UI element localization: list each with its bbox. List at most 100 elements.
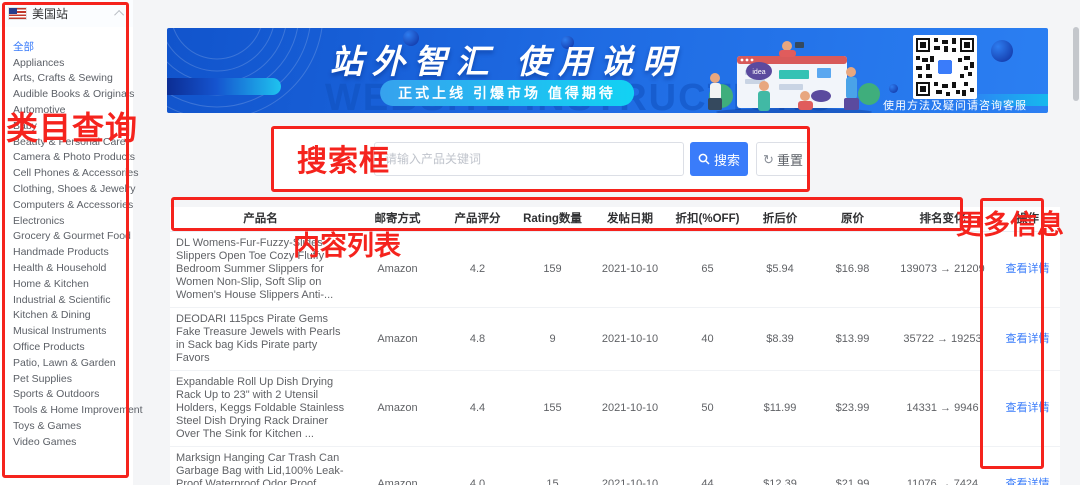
- column-header: 邮寄方式: [374, 212, 421, 225]
- column-header: 产品名: [243, 212, 278, 225]
- table-cell: Amazon: [377, 332, 418, 345]
- banner-subtitle: 正式上线 引爆市场 值得期待: [380, 80, 634, 106]
- sidebar-item[interactable]: Musical Instruments: [0, 323, 133, 339]
- table-cell: Amazon: [377, 263, 418, 275]
- sidebar-item[interactable]: Pet Supplies: [0, 371, 133, 387]
- sidebar-item[interactable]: Arts, Crafts & Sewing: [0, 71, 133, 87]
- sidebar-item[interactable]: Patio, Lawn & Garden: [0, 355, 133, 371]
- page: 美国站 全部 Appliances Arts, Crafts & Sewing Aud…: [0, 0, 1080, 485]
- table-cell: 139073 → 21209: [900, 263, 985, 275]
- view-detail-link[interactable]: 查看详情: [1006, 263, 1050, 275]
- site-selector[interactable]: 美国站: [0, 0, 133, 27]
- column-header: 折后价: [762, 212, 798, 225]
- sidebar-item[interactable]: Industrial & Scientific: [0, 292, 133, 308]
- table-cell: 2021-10-10: [601, 402, 659, 414]
- table-cell: 4.0: [469, 478, 486, 485]
- sidebar-item[interactable]: Clothing, Shoes & Jewelry: [0, 181, 136, 197]
- sidebar-item[interactable]: Beauty & Personal Care: [0, 134, 133, 150]
- view-detail-link[interactable]: 查看详情: [1006, 333, 1050, 345]
- table-cell: 15: [546, 478, 559, 485]
- sidebar-item[interactable]: Baby: [0, 118, 133, 134]
- sidebar-item[interactable]: Toys & Games: [0, 418, 133, 434]
- table-cell: 4.8: [469, 332, 486, 345]
- qr-caption: 使用方法及疑问请咨询客服: [883, 100, 1027, 112]
- action-cell: 查看详情: [995, 402, 1060, 415]
- decor-sphere: [991, 40, 1013, 62]
- search-icon: [698, 153, 710, 165]
- sidebar-item[interactable]: Handmade Products: [0, 244, 133, 260]
- table-cell: $8.39: [766, 332, 794, 345]
- table-row: Marksign Hanging Car Trash Can Garbage B…: [170, 447, 1060, 485]
- chevron-up-icon[interactable]: [114, 9, 125, 20]
- table-row: DL Womens-Fur-Fuzzy-Slides-Slippers Open…: [170, 232, 1060, 308]
- table-row: DEODARI 115pcs Pirate Gems Fake Treasure…: [170, 308, 1060, 371]
- decor-arcs: [167, 28, 323, 113]
- sidebar-item[interactable]: Health & Household: [0, 260, 133, 276]
- decor-sphere: [889, 84, 898, 93]
- table-cell: 11076 → 7424: [906, 478, 979, 485]
- table-cell: 9: [549, 332, 556, 345]
- qr-code: [913, 35, 977, 99]
- search-button-label: 搜索: [713, 152, 740, 168]
- table-cell: 65: [701, 263, 714, 275]
- column-header: 原价: [841, 212, 864, 225]
- column-header: 产品评分: [454, 212, 501, 225]
- sidebar-item[interactable]: Sports & Outdoors: [0, 387, 133, 403]
- view-detail-link[interactable]: 查看详情: [1006, 478, 1050, 485]
- table-body: DL Womens-Fur-Fuzzy-Slides-Slippers Open…: [170, 232, 1060, 485]
- table-cell: $5.94: [766, 263, 794, 275]
- table-cell: $23.99: [835, 402, 870, 414]
- table-cell: $11.99: [763, 402, 797, 414]
- sidebar-item[interactable]: Home & Kitchen: [0, 276, 133, 292]
- view-detail-link[interactable]: 查看详情: [1006, 402, 1050, 414]
- svg-text:idea: idea: [752, 69, 765, 76]
- action-cell: 查看详情: [995, 333, 1060, 346]
- table-cell: 2021-10-10: [601, 263, 659, 275]
- table-cell: 4.4: [469, 402, 486, 414]
- sidebar-item[interactable]: Computers & Accessories: [0, 197, 133, 213]
- site-name: 美国站: [32, 7, 69, 21]
- table-cell: 159: [543, 263, 562, 275]
- column-header: Rating数量: [523, 212, 582, 225]
- reset-button-label: 重置: [776, 152, 803, 168]
- action-cell: 查看详情: [995, 263, 1060, 276]
- product-name: DEODARI 115pcs Pirate Gems Fake Treasure…: [176, 313, 341, 364]
- sidebar-item[interactable]: Audible Books & Originals: [0, 86, 134, 102]
- search-input[interactable]: [374, 142, 684, 176]
- reset-button[interactable]: ↻ 重置: [756, 142, 810, 176]
- table-cell: 14331 → 9946: [906, 402, 979, 414]
- sidebar-item[interactable]: Cell Phones & Accessories: [0, 165, 138, 181]
- sidebar-item[interactable]: Grocery & Gourmet Food: [0, 229, 133, 245]
- sidebar-item[interactable]: Camera & Photo Products: [0, 150, 135, 166]
- us-flag-icon: [9, 8, 26, 19]
- column-header: 发帖日期: [607, 212, 653, 225]
- decor-streak: [167, 78, 281, 95]
- table-cell: $13.99: [835, 332, 870, 345]
- sidebar-item[interactable]: Automotive: [0, 102, 133, 118]
- product-name: Expandable Roll Up Dish Drying Rack Up t…: [176, 376, 345, 440]
- sidebar-item[interactable]: Video Games: [0, 434, 133, 450]
- sidebar-item[interactable]: Appliances: [0, 55, 133, 71]
- sidebar-item[interactable]: Office Products: [0, 339, 133, 355]
- sidebar-item[interactable]: Tools & Home Improvement: [0, 402, 143, 418]
- table-cell: 50: [701, 402, 714, 414]
- sidebar-item[interactable]: 全部: [0, 39, 133, 55]
- search-button[interactable]: 搜索: [690, 142, 748, 176]
- promo-banner: WEBSITE INSTRUCTIONS 站外智汇 使用说明 正式上线 引爆市场…: [167, 28, 1048, 113]
- table-cell: 2021-10-10: [601, 478, 659, 485]
- table-cell: 44: [701, 478, 714, 485]
- category-sidebar: 美国站 全部 Appliances Arts, Crafts & Sewing Aud…: [0, 0, 143, 485]
- column-header: 操作: [1016, 212, 1039, 225]
- table-cell: 4.2: [469, 263, 486, 275]
- table-header-row: 产品名 邮寄方式 产品评分 Rating数量 发帖日期 折扣(%OFF) 折后价 原价 排名变化…: [170, 207, 1060, 232]
- table-cell: 40: [701, 332, 714, 345]
- sidebar-item[interactable]: Electronics: [0, 213, 133, 229]
- banner-title: 站外智汇 使用说明: [329, 43, 685, 80]
- table-cell: $16.98: [835, 263, 870, 275]
- table-cell: 2021-10-10: [601, 332, 659, 345]
- sidebar-item[interactable]: Kitchen & Dining: [0, 308, 133, 324]
- column-header: 排名变化: [919, 212, 966, 225]
- vertical-scrollbar[interactable]: [1073, 27, 1079, 101]
- column-header: 折扣(%OFF): [675, 212, 740, 225]
- category-list: 全部 Appliances Arts, Crafts & Sewing Audible…: [0, 39, 143, 450]
